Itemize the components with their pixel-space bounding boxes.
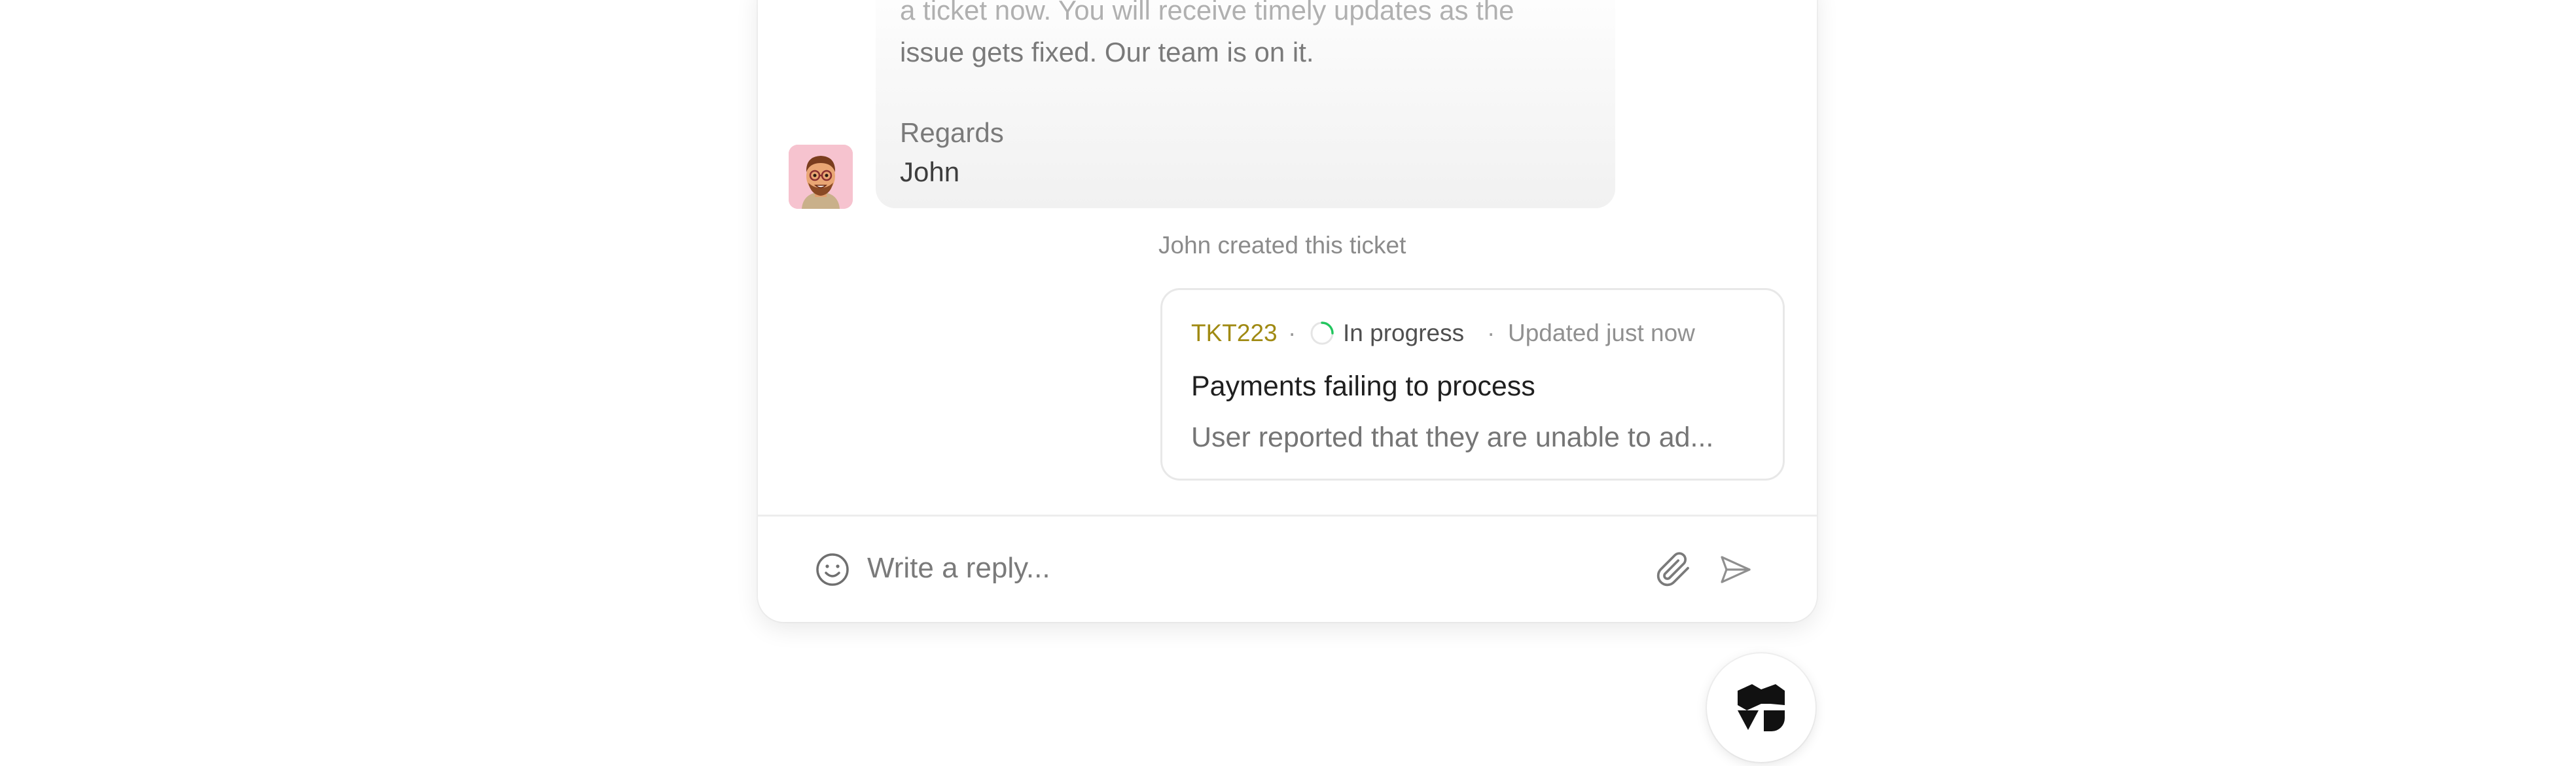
chat-launcher-button[interactable]: [1707, 653, 1816, 762]
composer-divider: [758, 515, 1817, 517]
avatar: [789, 145, 853, 209]
ticket-created-event: John created this ticket: [1158, 232, 1406, 259]
progress-spinner-icon: [1309, 320, 1335, 346]
send-icon[interactable]: [1717, 551, 1753, 591]
message-line: a ticket now. You will receive timely up…: [900, 0, 1514, 26]
ticket-description: User reported that they are unable to ad…: [1191, 422, 1714, 453]
reply-input[interactable]: [867, 549, 1620, 588]
paperclip-icon[interactable]: [1655, 551, 1692, 591]
updated-time: Updated just now: [1508, 319, 1695, 346]
message-line: issue gets fixed. Our team is on it.: [900, 37, 1314, 67]
status-label: In progress: [1343, 319, 1465, 346]
ticket-title: Payments failing to process: [1191, 371, 1535, 402]
message-signature: John: [900, 156, 960, 187]
separator-dot: ·: [1288, 319, 1297, 346]
memoji-avatar-icon: [789, 145, 853, 209]
message-bubble: [876, 0, 1615, 208]
brand-logo-icon: [1738, 684, 1785, 731]
message-closing: Regards: [900, 117, 1004, 148]
ticket-id[interactable]: TKT223: [1191, 319, 1278, 348]
separator-dot: ·: [1487, 319, 1495, 346]
smiley-icon[interactable]: [814, 551, 851, 591]
